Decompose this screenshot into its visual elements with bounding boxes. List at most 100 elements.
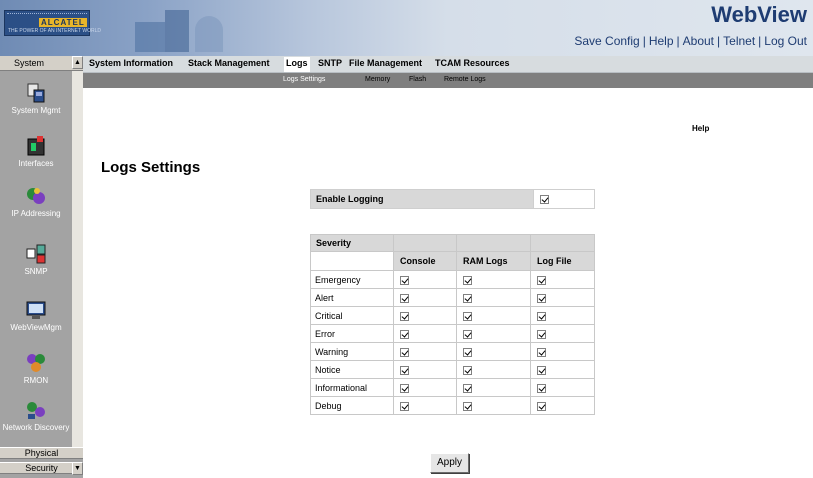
scroll-up-button[interactable]: ▲ <box>72 56 83 69</box>
column-header-console: Console <box>393 251 457 271</box>
log-file-checkbox[interactable] <box>537 275 546 285</box>
sidebar-item-ip-addressing[interactable]: IP Addressing <box>0 185 72 218</box>
tab-file-management[interactable]: File Management <box>349 58 422 68</box>
tab-stack-management[interactable]: Stack Management <box>188 58 270 68</box>
logo-tagline: THE POWER OF AN INTERNET WORLD <box>8 28 101 34</box>
console-checkbox[interactable] <box>400 311 409 321</box>
table-row: Error <box>310 324 595 343</box>
sidebar-scrollbar[interactable] <box>72 71 83 447</box>
building-graphic <box>135 8 225 52</box>
severity-name: Informational <box>310 378 394 397</box>
console-checkbox[interactable] <box>400 383 409 393</box>
main-tab-bar: System Information Stack Management Logs… <box>83 56 813 73</box>
app-title: WebView <box>711 2 807 27</box>
tab-system-information[interactable]: System Information <box>89 58 173 68</box>
column-header-row: Console RAM Logs Log File <box>310 251 595 271</box>
snmp-icon <box>26 244 46 264</box>
log-file-checkbox[interactable] <box>537 293 546 303</box>
sidebar-item-webview-mgmt[interactable]: WebViewMgm <box>0 299 72 332</box>
sidebar-item-rmon[interactable]: RMON <box>0 352 72 385</box>
telnet-link[interactable]: Telnet <box>723 34 755 48</box>
ram-logs-checkbox[interactable] <box>463 293 472 303</box>
sidebar-item-system-mgmt[interactable]: System Mgmt <box>0 82 72 115</box>
sidebar-security-section[interactable]: Security ▼ <box>0 462 83 475</box>
log-file-checkbox[interactable] <box>537 383 546 393</box>
ram-logs-checkbox[interactable] <box>463 347 472 357</box>
severity-name: Alert <box>310 288 394 307</box>
rmon-icon <box>27 354 45 372</box>
severity-header: Severity <box>310 234 394 252</box>
console-checkbox[interactable] <box>400 275 409 285</box>
page-title: Logs Settings <box>101 159 201 176</box>
table-row: Alert <box>310 288 595 307</box>
network-discovery-icon <box>27 402 45 419</box>
severity-name: Error <box>310 324 394 343</box>
alcatel-logo: ALCATEL THE POWER OF AN INTERNET WORLD <box>4 10 101 36</box>
sidebar-header-label: System <box>14 58 45 68</box>
log-file-checkbox[interactable] <box>537 365 546 375</box>
subtab-remote-logs[interactable]: Remote Logs <box>444 76 486 83</box>
console-checkbox[interactable] <box>400 293 409 303</box>
ram-logs-checkbox[interactable] <box>463 383 472 393</box>
subtab-flash[interactable]: Flash <box>409 76 426 83</box>
severity-name: Debug <box>310 396 394 415</box>
table-row: Emergency <box>310 270 595 289</box>
webview-mgmt-icon <box>26 301 46 319</box>
ram-logs-checkbox[interactable] <box>463 311 472 321</box>
log-file-checkbox[interactable] <box>537 347 546 357</box>
sidebar-item-snmp[interactable]: SNMP <box>0 243 72 276</box>
about-link[interactable]: About <box>683 34 714 48</box>
ram-logs-checkbox[interactable] <box>463 275 472 285</box>
sidebar-physical-section[interactable]: Physical <box>0 447 83 459</box>
save-config-link[interactable]: Save Config <box>574 34 639 48</box>
sidebar-item-label: SNMP <box>24 267 48 276</box>
subtab-logs-settings[interactable]: Logs Settings <box>283 76 325 83</box>
severity-name: Notice <box>310 360 394 379</box>
severity-name: Warning <box>310 342 394 361</box>
table-row: Informational <box>310 378 595 397</box>
logout-link[interactable]: Log Out <box>764 34 807 48</box>
ram-logs-checkbox[interactable] <box>463 329 472 339</box>
log-file-checkbox[interactable] <box>537 401 546 411</box>
tab-tcam-resources[interactable]: TCAM Resources <box>435 58 510 68</box>
console-checkbox[interactable] <box>400 365 409 375</box>
system-mgmt-icon <box>27 83 45 103</box>
sidebar-item-interfaces[interactable]: Interfaces <box>0 135 72 168</box>
column-header-log-file: Log File <box>530 251 595 271</box>
severity-header-row: Severity <box>310 234 595 252</box>
sidebar-item-label: Network Discovery <box>2 423 70 432</box>
tab-sntp[interactable]: SNTP <box>318 58 342 68</box>
sidebar-item-label: WebViewMgm <box>10 323 62 332</box>
column-header-ram-logs: RAM Logs <box>456 251 531 271</box>
console-checkbox[interactable] <box>400 347 409 357</box>
top-links: Save Config | Help | About | Telnet | Log Out <box>574 34 807 48</box>
sidebar-item-label: IP Addressing <box>11 209 61 218</box>
severity-name: Emergency <box>310 270 394 289</box>
sidebar-item-network-discovery[interactable]: Network Discovery <box>0 399 72 432</box>
sidebar-item-label: Interfaces <box>18 159 54 168</box>
enable-logging-row: Enable Logging <box>310 189 595 209</box>
sidebar-header[interactable]: System ▲ <box>0 56 83 71</box>
log-file-checkbox[interactable] <box>537 329 546 339</box>
help-link[interactable]: Help <box>692 124 709 133</box>
log-file-checkbox[interactable] <box>537 311 546 321</box>
table-row: Critical <box>310 306 595 325</box>
table-row: Warning <box>310 342 595 361</box>
apply-button[interactable]: Apply <box>430 453 469 473</box>
table-row: Debug <box>310 396 595 415</box>
ram-logs-checkbox[interactable] <box>463 401 472 411</box>
help-link-top[interactable]: Help <box>649 34 674 48</box>
console-checkbox[interactable] <box>400 401 409 411</box>
header: ALCATEL THE POWER OF AN INTERNET WORLD W… <box>0 0 813 56</box>
severity-name: Critical <box>310 306 394 325</box>
interfaces-icon <box>27 136 45 156</box>
ip-addressing-icon <box>27 188 45 204</box>
subtab-memory[interactable]: Memory <box>365 76 390 83</box>
console-checkbox[interactable] <box>400 329 409 339</box>
ram-logs-checkbox[interactable] <box>463 365 472 375</box>
scroll-down-button[interactable]: ▼ <box>72 462 83 475</box>
tab-logs[interactable]: Logs <box>284 57 310 72</box>
severity-table: Severity Console RAM Logs Log File Emerg… <box>310 234 595 415</box>
enable-logging-checkbox[interactable] <box>540 195 549 205</box>
enable-logging-label: Enable Logging <box>310 189 534 209</box>
